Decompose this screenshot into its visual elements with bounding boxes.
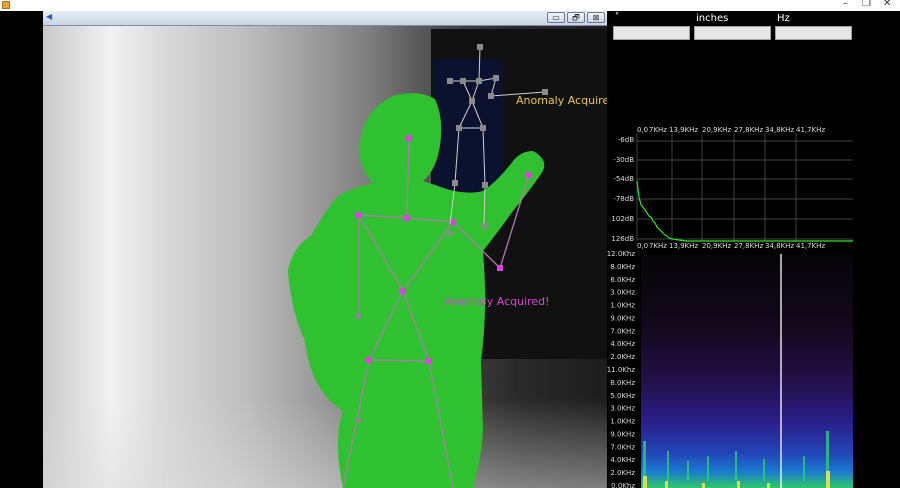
depth-camera-view: Anomaly Acquirec Anomaly Acquired! (43, 11, 607, 488)
spectrum-bottom-ticks: 7KHz 13,9KHz 20,9KHz 27,8KHz 34,8KHz 41,7KHz (649, 242, 825, 250)
spectrogram-freq-label-2: 6.0KHz (610, 276, 635, 284)
spectrogram-field (641, 254, 853, 488)
spectrum-y-tick-1: -30dB (613, 156, 634, 164)
spectrum-bottom-tick-2: 20,9KHz (702, 242, 731, 250)
spectrum-y-tick-3: -78dB (613, 195, 634, 203)
spectrum-top-tick-0: 7KHz (649, 126, 667, 134)
depth-window-icon: ◀ (46, 12, 53, 21)
spectrogram-freq-label-13: 1.0KHz (610, 418, 635, 426)
spectrum-top-tick-4: 34,8KHz (765, 126, 794, 134)
spectrogram: 12.0Khz 8.0KHz 6.0KHz 3.0KHz 1.0KHz 9.0KHz 7.0… (607, 250, 853, 488)
spectrogram-freq-label-0: 12.0Khz (607, 250, 635, 258)
depth-restore-button[interactable]: 🗗 (567, 12, 585, 23)
spectrogram-freq-label-8: 2.0KHz (610, 353, 635, 361)
app-icon (2, 1, 10, 9)
spectrum-y-tick-0: -6dB (618, 136, 634, 144)
audio-panel: ° inches Hz 0,0 7KHz 13,9KHz 20,9KHz 27,8KH… (607, 11, 900, 488)
spectrum-top-tick-1: 13,9KHz (669, 126, 698, 134)
spectrogram-frequency-labels: 12.0Khz 8.0KHz 6.0KHz 3.0KHz 1.0KHz 9.0KHz 7.0… (607, 250, 635, 488)
depth-window-titlebar: ◀ ▭ 🗗 ⊠ (43, 11, 607, 26)
spectrum-top-tick-2: 20,9KHz (702, 126, 731, 134)
spectrum-y-ticks: -6dB -30dB -54dB -78dB 102dB 126dB (611, 136, 634, 243)
spectrogram-freq-label-12: 3.0KHz (610, 405, 635, 413)
spectrum-top-origin: 0,0 (637, 126, 648, 134)
anomaly-label-yellow: Anomaly Acquirec (516, 94, 607, 107)
person-silhouette (288, 93, 545, 488)
spectrum-bottom-tick-4: 34,8KHz (765, 242, 794, 250)
audio-charts: 0,0 7KHz 13,9KHz 20,9KHz 27,8KHz 34,8KHz 41,7… (607, 126, 853, 488)
skeleton-overlay (288, 44, 548, 488)
spectrogram-freq-label-6: 7.0KHz (610, 327, 635, 335)
spectrum-grid (636, 133, 853, 241)
spectrogram-freq-label-1: 8.0KHz (610, 263, 635, 271)
spectrogram-freq-label-15: 7.0KHz (610, 443, 635, 451)
spectrum-y-tick-4: 102dB (611, 215, 634, 223)
depth-close-button[interactable]: ⊠ (587, 12, 605, 23)
spectrogram-freq-label-3: 3.0KHz (610, 289, 635, 297)
spectrogram-freq-label-5: 9.0KHz (610, 314, 635, 322)
spectrum-y-tick-2: -54dB (613, 175, 634, 183)
spectrogram-freq-label-18: 0.0Khz (611, 482, 635, 488)
spectrum-bottom-tick-0: 7KHz (649, 242, 667, 250)
spectrum-bottom-tick-1: 13,9KHz (669, 242, 698, 250)
spectrum-bottom-origin: 0,0 (637, 242, 648, 250)
spectrum-y-tick-5: 126dB (611, 235, 634, 243)
spectrum-bottom-tick-3: 27,8KHz (734, 242, 763, 250)
spectrum-top-tick-5: 41,7KHz (796, 126, 825, 134)
spectrogram-freq-label-10: 8.0KHz (610, 379, 635, 387)
spectrum-top-ticks: 7KHz 13,9KHz 20,9KHz 27,8KHz 34,8KHz 41,7KHz (649, 126, 825, 134)
spectrogram-freq-label-11: 5.0KHz (610, 392, 635, 400)
minimize-button[interactable]: – (843, 0, 848, 10)
spectrogram-freq-label-9: 11.0Khz (607, 366, 635, 374)
spectrum-bottom-tick-5: 41,7KHz (796, 242, 825, 250)
depth-minimize-button[interactable]: ▭ (547, 12, 565, 23)
close-button[interactable]: ✕ (883, 0, 891, 10)
window-titlebar: – ❐ ✕ (0, 0, 900, 11)
spectrum-plot: 0,0 7KHz 13,9KHz 20,9KHz 27,8KHz 34,8KHz 41,7… (611, 126, 853, 250)
spectrogram-freq-label-4: 1.0KHz (610, 302, 635, 310)
spectrum-top-tick-3: 27,8KHz (734, 126, 763, 134)
spectrogram-freq-label-14: 9.0KHz (610, 430, 635, 438)
left-margin (0, 11, 43, 488)
spectrogram-freq-label-17: 2.0KHz (610, 469, 635, 477)
anomaly-label-magenta: Anomaly Acquired! (445, 295, 550, 308)
spectrum-line (636, 180, 853, 242)
restore-button[interactable]: ❐ (862, 0, 871, 10)
spectrogram-freq-label-16: 4.0KHz (610, 456, 635, 464)
spectrogram-freq-label-7: 4.0KHz (610, 340, 635, 348)
